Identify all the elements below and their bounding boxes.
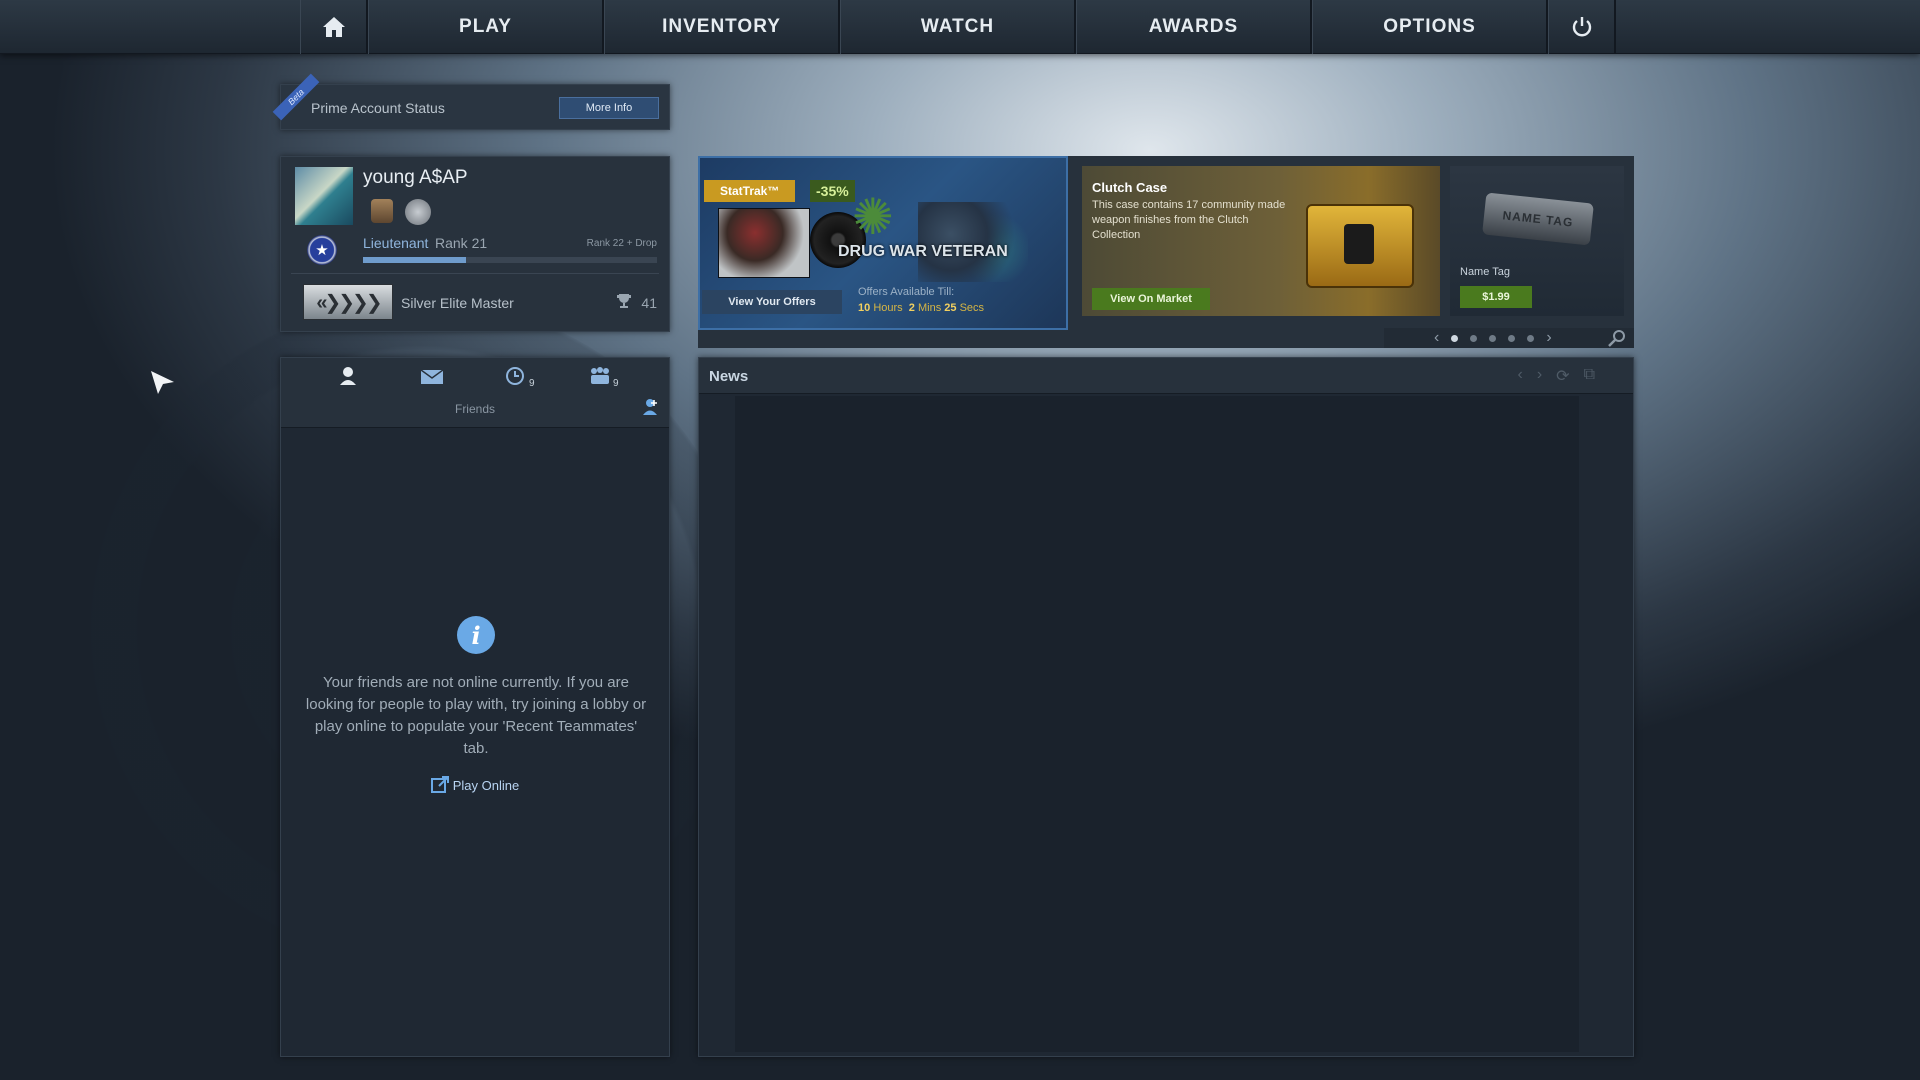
chevron-right-icon[interactable]: › [1546,329,1551,347]
nav-awards[interactable]: AWARDS [1076,0,1312,54]
external-link-icon [430,776,449,793]
external-link-icon[interactable]: ⧉ [1584,366,1595,386]
skill-group-name: Silver Elite Master [401,295,514,311]
nav-options[interactable]: OPTIONS [1312,0,1548,54]
operation-offer-banner[interactable]: ✺ DRUG WAR VETERAN StatTrak™ -35% View Y… [698,156,1068,330]
nav-play[interactable]: PLAY [368,0,604,54]
carousel-dot[interactable] [1451,334,1459,342]
divider [291,273,659,274]
leaf-icon: ✺ [852,189,894,245]
person-icon [340,367,356,385]
news-title: News [709,368,749,385]
name-tag-label: Name Tag [1460,266,1510,278]
offers-till-label: Offers Available Till: [858,286,955,298]
group-icon [591,367,609,384]
search-icon[interactable] [1608,329,1626,347]
news-content-area[interactable] [735,396,1579,1052]
name-tag-banner[interactable]: NAME TAG Name Tag $1.99 [1450,166,1624,316]
discount-badge: -35% [810,180,855,202]
trophy-count: 41 [641,295,657,311]
nav-inventory[interactable]: INVENTORY [604,0,840,54]
friends-offline-message: Your friends are not online currently. I… [305,674,647,757]
carousel-dot[interactable] [1508,334,1516,342]
next-rank-label: Rank 22 + Drop [586,238,657,249]
power-button[interactable] [1548,0,1616,54]
rank-number: Rank 21 [435,235,488,251]
carousel-dot[interactable] [1470,334,1478,342]
tab-groups[interactable]: 9 [589,366,619,391]
nav-watch[interactable]: WATCH [840,0,1076,54]
top-navigation: PLAY INVENTORY WATCH AWARDS OPTIONS [0,0,1920,54]
clutch-case-banner[interactable]: Clutch Case This case contains 17 commun… [1082,166,1440,316]
carousel-controls: ‹ › [1384,328,1634,348]
player-profile-panel: young A$AP ★ Lieutenant Rank 21 Rank 22 … [280,156,670,332]
recent-count: 9 [529,378,535,389]
sticker-art [918,202,1028,282]
info-icon: i [457,616,495,654]
groups-count: 9 [613,378,619,389]
clock-icon [506,367,524,385]
play-online-link[interactable]: Play Online [281,776,669,794]
home-button[interactable] [300,0,368,54]
more-info-button[interactable]: More Info [559,97,659,119]
case-icon [1306,204,1414,288]
trophy-icon [617,294,631,308]
carousel-dot[interactable] [1527,334,1535,342]
chevron-left-icon[interactable]: ‹ [1434,329,1439,347]
username: young A$AP [363,167,468,188]
case-description: This case contains 17 community made wea… [1092,199,1286,241]
view-on-market-button[interactable]: View On Market [1092,288,1210,310]
avatar[interactable] [295,167,353,225]
play-online-label: Play Online [452,777,520,793]
store-carousel: ✺ DRUG WAR VETERAN StatTrak™ -35% View Y… [698,156,1634,348]
drug-war-veteran-title: DRUG WAR VETERAN [838,243,1008,260]
news-toolbar: ‹ › ⟳ ⧉ [1518,366,1596,386]
prime-status-panel: Beta Prime Account Status More Info [272,73,670,130]
friends-title: Friends [454,402,495,416]
prime-status-label: Prime Account Status [311,100,445,116]
service-medal-icon[interactable] [371,199,393,223]
home-icon [322,17,345,37]
view-offers-button[interactable]: View Your Offers [702,290,842,314]
rank-title: Lieutenant [363,235,429,251]
news-header: News ‹ › ⟳ ⧉ [699,358,1633,394]
rank-star-icon: ★ [307,235,337,265]
power-icon [1572,17,1591,37]
case-title: Clutch Case [1092,180,1168,195]
friends-panel: 9 9 Friends i Your friends are not onlin… [280,357,670,1057]
coin-medal-icon[interactable] [405,199,431,225]
xp-progress-fill [363,257,466,263]
tab-messages[interactable] [420,369,444,389]
carousel-dot[interactable] [1489,334,1497,342]
mail-icon [420,369,444,384]
tab-recent[interactable]: 9 [505,366,535,391]
add-friend-icon[interactable] [641,398,659,416]
skill-group-icon: «❯❯❯❯ [303,284,393,320]
name-tag-price-button[interactable]: $1.99 [1460,286,1532,308]
xp-progress-bar [363,257,657,263]
name-tag-icon: NAME TAG [1482,192,1594,246]
tab-friends[interactable] [339,366,357,391]
news-panel: News ‹ › ⟳ ⧉ [698,357,1634,1057]
friends-tabs: 9 9 Friends [281,358,669,428]
back-icon[interactable]: ‹ [1518,366,1523,386]
refresh-icon[interactable]: ⟳ [1556,366,1569,386]
mouse-cursor-icon [151,371,174,394]
forward-icon[interactable]: › [1537,366,1542,386]
offers-countdown: 10 Hours 2 Mins 25 Secs [858,302,985,314]
music-kit-art [718,208,810,278]
stattrak-badge: StatTrak™ [704,180,796,202]
